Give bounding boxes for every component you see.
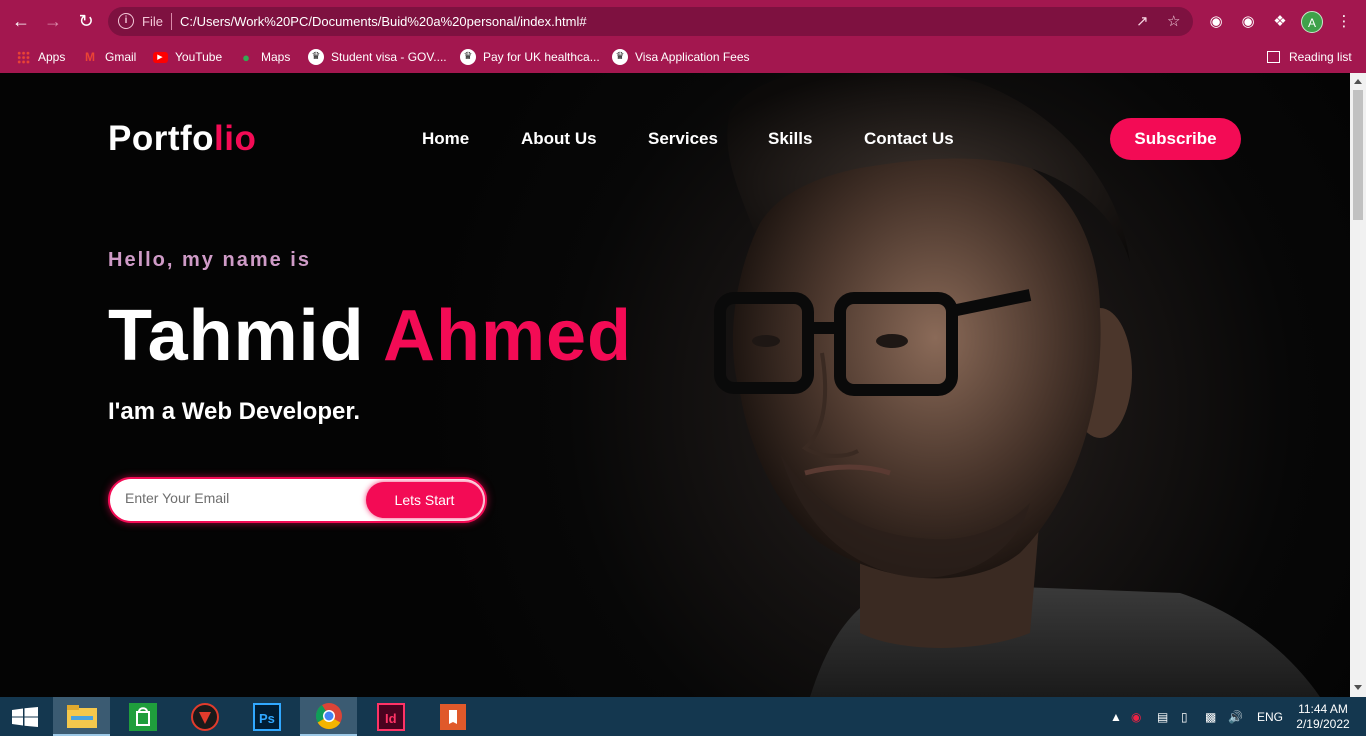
kebab-menu-icon[interactable]: ⋮ bbox=[1333, 10, 1355, 32]
back-arrow-icon[interactable]: ← bbox=[9, 9, 33, 33]
last-name: Ahmed bbox=[383, 296, 633, 376]
volume-icon[interactable]: 🔊 bbox=[1228, 697, 1243, 736]
battery-icon[interactable]: ▯ bbox=[1181, 697, 1188, 736]
scroll-down-arrow-icon[interactable] bbox=[1354, 685, 1362, 690]
bookmark-label: Pay for UK healthca... bbox=[483, 50, 600, 64]
bookmark-apps[interactable]: Apps bbox=[15, 47, 65, 67]
network-error-icon[interactable]: ▤ bbox=[1157, 697, 1168, 736]
acrobat-icon[interactable] bbox=[424, 697, 481, 736]
signal-icon[interactable]: ▩ bbox=[1205, 697, 1216, 736]
chrome-icon[interactable] bbox=[300, 697, 357, 736]
bookmark-maps[interactable]: ● Maps bbox=[238, 47, 290, 67]
apps-grid-icon bbox=[15, 49, 31, 65]
bookmark-youtube[interactable]: ▶ YouTube bbox=[152, 47, 222, 67]
reading-list-icon bbox=[1267, 51, 1280, 63]
svg-text:Id: Id bbox=[385, 711, 397, 726]
indesign-icon[interactable]: Id bbox=[362, 697, 419, 736]
bookmark-student-visa[interactable]: ♛ Student visa - GOV.... bbox=[308, 47, 447, 67]
scrollbar-thumb[interactable] bbox=[1353, 90, 1363, 220]
info-icon[interactable]: i bbox=[118, 13, 134, 29]
omnibox-divider bbox=[171, 13, 172, 30]
bookmark-gmail[interactable]: M Gmail bbox=[82, 47, 136, 67]
email-input[interactable] bbox=[125, 490, 365, 506]
nav-services[interactable]: Services bbox=[648, 129, 718, 149]
bookmark-label: Visa Application Fees bbox=[635, 50, 750, 64]
nav-home[interactable]: Home bbox=[422, 129, 469, 149]
file-explorer-icon[interactable] bbox=[53, 697, 110, 736]
photoshop-icon[interactable]: Ps bbox=[238, 697, 295, 736]
bookmark-label: Maps bbox=[261, 50, 291, 64]
nav-skills[interactable]: Skills bbox=[768, 129, 812, 149]
show-hidden-icons-chevron-icon[interactable]: ▲ bbox=[1110, 697, 1122, 736]
logo-main-text: Portfo bbox=[108, 119, 215, 158]
hero-name: Tahmid Ahmed bbox=[108, 295, 632, 377]
svg-text:Ps: Ps bbox=[259, 711, 275, 726]
url-text[interactable]: C:/Users/Work%20PC/Documents/Buid%20a%20… bbox=[180, 14, 587, 29]
greeting-text: Hello, my name is bbox=[108, 249, 311, 271]
scroll-up-arrow-icon[interactable] bbox=[1354, 79, 1362, 84]
browser-chrome: ← → ↻ i File C:/Users/Work%20PC/Document… bbox=[0, 0, 1366, 73]
bookmark-label: Apps bbox=[38, 50, 66, 64]
browser-toolbar: ← → ↻ i File C:/Users/Work%20PC/Document… bbox=[0, 0, 1366, 42]
language-indicator[interactable]: ENG bbox=[1257, 697, 1283, 736]
profile-avatar[interactable]: A bbox=[1301, 11, 1323, 33]
gov-crown-icon: ♛ bbox=[612, 49, 628, 65]
bookmark-uk-healthcare[interactable]: ♛ Pay for UK healthca... bbox=[460, 47, 600, 67]
gmail-icon: M bbox=[85, 50, 95, 64]
bookmarks-bar: Apps M Gmail ▶ YouTube ● Maps ♛ Student … bbox=[0, 42, 1366, 73]
page-scrollbar[interactable] bbox=[1350, 73, 1366, 697]
bookmark-star-icon[interactable]: ☆ bbox=[1167, 12, 1180, 30]
logo-accent-text: lio bbox=[214, 119, 257, 158]
screenshot-extension-icon[interactable]: ◉ bbox=[1205, 10, 1227, 32]
puzzle-extensions-icon[interactable]: ❖ bbox=[1269, 10, 1291, 32]
reading-list-label: Reading list bbox=[1289, 50, 1352, 64]
page-viewport: Portfolio Home About Us Services Skills … bbox=[0, 73, 1350, 697]
first-name: Tahmid bbox=[108, 296, 365, 376]
forward-arrow-icon[interactable]: → bbox=[41, 9, 65, 33]
windows-taskbar: Ps Id ▲ ◉ ▤ ▯ ▩ 🔊 ENG 11:44 AM 2/19/2022 bbox=[0, 697, 1366, 736]
address-bar[interactable]: i File C:/Users/Work%20PC/Documents/Buid… bbox=[108, 7, 1193, 36]
lets-start-button[interactable]: Lets Start bbox=[366, 482, 483, 518]
role-text: I'am a Web Developer. bbox=[108, 398, 361, 425]
bookmark-visa-fees[interactable]: ♛ Visa Application Fees bbox=[612, 47, 750, 67]
reading-list-button[interactable]: Reading list bbox=[1267, 47, 1352, 67]
site-logo[interactable]: Portfolio bbox=[108, 119, 256, 159]
scheme-label: File bbox=[142, 14, 163, 29]
bookmark-label: Student visa - GOV.... bbox=[331, 50, 447, 64]
clock-time: 11:44 AM bbox=[1298, 702, 1348, 716]
bookmark-label: Gmail bbox=[105, 50, 137, 64]
gov-crown-icon: ♛ bbox=[460, 49, 476, 65]
maps-icon: ● bbox=[242, 49, 250, 65]
store-icon[interactable] bbox=[114, 697, 171, 736]
share-icon[interactable]: ↗ bbox=[1136, 12, 1149, 30]
nav-about-us[interactable]: About Us bbox=[521, 129, 597, 149]
reload-icon[interactable]: ↻ bbox=[74, 9, 98, 33]
system-clock[interactable]: 11:44 AM 2/19/2022 bbox=[1290, 702, 1356, 732]
record-indicator-icon[interactable]: ◉ bbox=[1131, 697, 1141, 736]
extension-icon[interactable]: ◉ bbox=[1237, 10, 1259, 32]
portrait-photo bbox=[714, 73, 1320, 697]
windows-start-icon[interactable] bbox=[12, 707, 38, 727]
subscribe-button[interactable]: Subscribe bbox=[1110, 118, 1241, 160]
email-signup-form: Lets Start bbox=[108, 477, 487, 523]
gov-crown-icon: ♛ bbox=[308, 49, 324, 65]
bookmark-label: YouTube bbox=[175, 50, 223, 64]
nav-contact-us[interactable]: Contact Us bbox=[864, 129, 954, 149]
youtube-icon: ▶ bbox=[152, 49, 168, 65]
clock-date: 2/19/2022 bbox=[1296, 717, 1350, 731]
game-app-icon[interactable] bbox=[176, 697, 233, 736]
